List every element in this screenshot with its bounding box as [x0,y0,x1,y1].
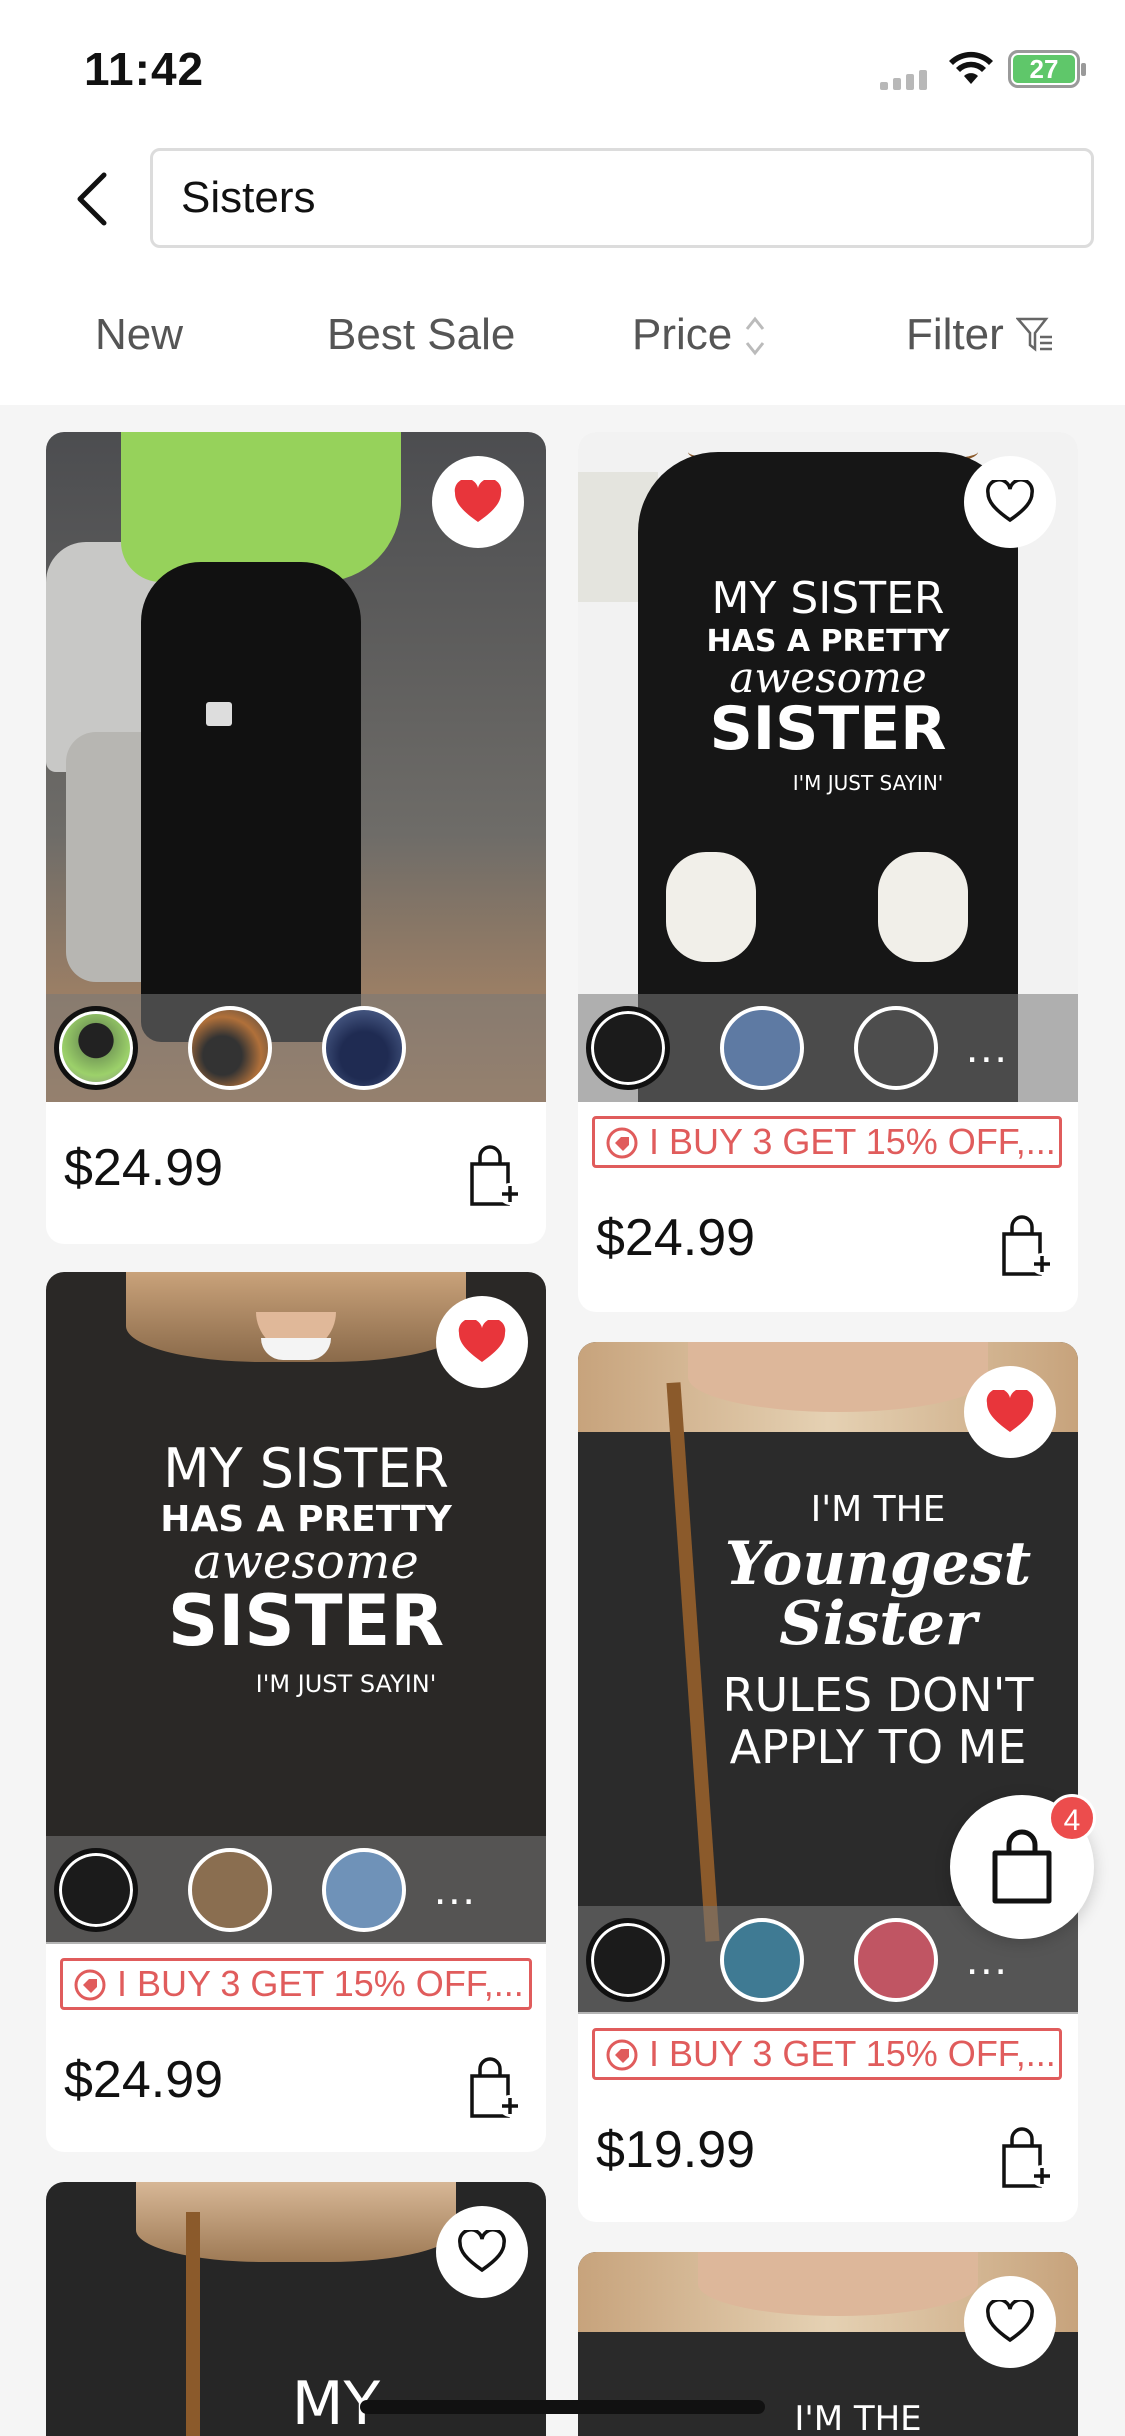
color-swatch[interactable] [720,1006,804,1090]
color-swatches [46,994,546,1102]
color-swatch[interactable] [322,1006,406,1090]
color-swatches: ... [46,1836,546,1944]
promo-badge: I BUY 3 GET 15% OFF,... [592,2028,1062,2080]
color-swatch[interactable] [54,1848,138,1932]
sweater-print: MY SISTER HAS A PRETTY awesome SISTER I'… [160,1437,452,1698]
heart-filled-icon [458,1320,506,1362]
sort-tabs: New Best Sale Price Filter [0,290,1125,390]
favorite-button[interactable] [436,2206,528,2298]
battery-icon: 27 [1008,50,1086,88]
add-to-cart-button[interactable] [996,2126,1056,2190]
favorite-button[interactable] [964,456,1056,548]
favorite-button[interactable] [432,456,524,548]
cellular-signal-icon [880,70,932,90]
color-swatches: ... [578,994,1078,1102]
wifi-icon [948,50,994,91]
tab-new[interactable]: New [95,310,183,360]
promo-badge: I BUY 3 GET 15% OFF,... [60,1958,532,2010]
product-price: $19.99 [596,2121,756,2179]
battery-level: 27 [1013,55,1075,83]
tab-best-sale[interactable]: Best Sale [327,310,515,360]
color-swatch[interactable] [322,1848,406,1932]
add-to-cart-icon [1002,1215,1053,1276]
color-swatch[interactable] [586,1006,670,1090]
more-colors-icon[interactable]: ... [966,1938,1009,1982]
heart-outline-icon [986,2300,1034,2343]
color-swatch[interactable] [54,1006,138,1090]
sweater-print: I'M THE Youngest Sister RULES DON'T APPL… [722,1489,1034,1774]
status-bar: 11:42 27 [0,0,1125,140]
product-price: $24.99 [64,2051,224,2109]
tab-price[interactable]: Price [632,310,766,360]
product-card[interactable]: MY SISTER HAS A PRETTY awesome SISTER I'… [46,1272,546,2152]
add-to-cart-button[interactable] [464,2056,524,2120]
color-swatch[interactable] [188,1006,272,1090]
filter-icon [1015,317,1052,352]
favorite-button[interactable] [964,2276,1056,2368]
product-price: $24.99 [596,1209,756,1267]
more-colors-icon[interactable]: ... [966,1026,1009,1070]
color-swatch[interactable] [854,1918,938,2002]
heart-outline-icon [458,2230,506,2273]
more-colors-icon[interactable]: ... [434,1868,477,1912]
product-card[interactable]: $24.99 [46,432,546,1244]
add-to-cart-icon [470,1145,521,1206]
favorite-button[interactable] [964,1366,1056,1458]
tab-filter[interactable]: Filter [906,310,1054,360]
chevron-left-icon [77,172,107,226]
add-to-cart-button[interactable] [464,1144,524,1208]
heart-filled-icon [454,480,502,522]
add-to-cart-icon [1002,2127,1053,2188]
favorite-button[interactable] [436,1296,528,1388]
home-indicator[interactable] [360,2400,765,2414]
price-tag-icon [74,1969,106,2001]
color-swatch[interactable] [188,1848,272,1932]
color-swatch[interactable] [586,1918,670,2002]
sort-arrows-icon [746,316,765,356]
promo-badge: I BUY 3 GET 15% OFF,... [592,1116,1062,1168]
cart-count-badge: 4 [1048,1794,1096,1842]
sweater-print: I'M THE [794,2399,922,2436]
heart-outline-icon [986,480,1034,523]
color-swatch[interactable] [720,1918,804,2002]
add-to-cart-button[interactable] [996,1214,1056,1278]
status-time: 11:42 [84,43,205,95]
product-price: $24.99 [64,1139,224,1197]
price-tag-icon [606,2039,638,2071]
product-card[interactable]: MY SISTER [46,2182,546,2436]
back-button[interactable] [62,164,122,234]
product-card[interactable]: I'M THE Youngest Sister RULES DON'T APPL… [578,1342,1078,2222]
search-input[interactable] [150,148,1094,248]
sweater-print: MY SISTER HAS A PRETTY awesome SISTER I'… [706,573,950,795]
heart-filled-icon [986,1390,1034,1432]
search-header: New Best Sale Price Filter [0,140,1125,405]
product-card[interactable]: MY SISTER HAS A PRETTY awesome SISTER I'… [578,432,1078,1312]
add-to-cart-icon [470,2057,521,2118]
color-swatch[interactable] [854,1006,938,1090]
price-tag-icon [606,1127,638,1159]
shopping-bag-icon [992,1829,1052,1904]
